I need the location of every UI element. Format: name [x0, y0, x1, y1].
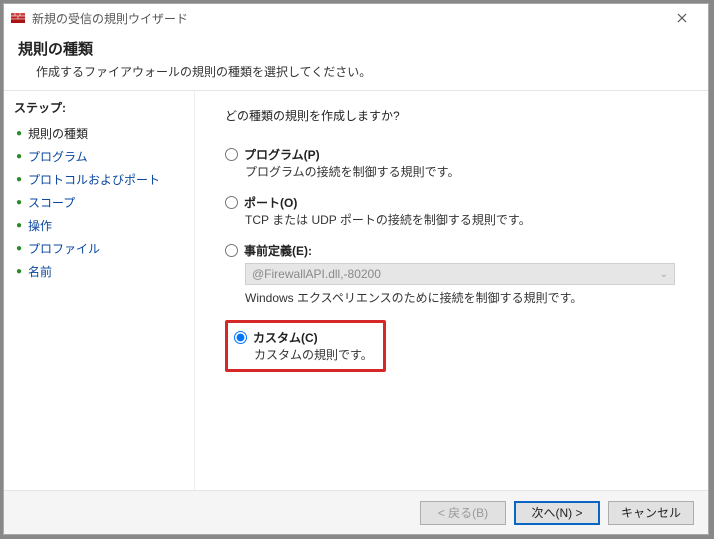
dropdown-value: @FirewallAPI.dll,-80200 — [252, 267, 381, 281]
steps-sidebar: ステップ: ● 規則の種類 ● プログラム ● プロトコルおよびポート ● スコ… — [4, 91, 194, 490]
step-protocol-ports[interactable]: ● プロトコルおよびポート — [14, 168, 184, 191]
option-desc: TCP または UDP ポートの接続を制御する規則です。 — [245, 211, 690, 228]
radio-custom[interactable] — [234, 331, 247, 344]
radio-program[interactable] — [225, 148, 238, 161]
option-program: プログラム(P) プログラムの接続を制御する規則です。 — [225, 146, 690, 180]
window-title: 新規の受信の規則ウイザード — [32, 10, 188, 27]
radio-predef-label[interactable]: 事前定義(E): — [225, 242, 690, 259]
radio-custom-label[interactable]: カスタム(C) — [234, 329, 373, 346]
bullet-icon: ● — [16, 128, 24, 139]
step-scope[interactable]: ● スコープ — [14, 191, 184, 214]
titlebar: 新規の受信の規則ウイザード — [4, 4, 708, 32]
page-subtitle: 作成するファイアウォールの規則の種類を選択してください。 — [36, 63, 694, 80]
option-predefined: 事前定義(E): @FirewallAPI.dll,-80200 ⌄ Windo… — [225, 242, 690, 306]
bullet-icon: ● — [16, 243, 24, 254]
step-program[interactable]: ● プログラム — [14, 145, 184, 168]
step-profile[interactable]: ● プロファイル — [14, 237, 184, 260]
chevron-down-icon: ⌄ — [660, 269, 668, 280]
step-name[interactable]: ● 名前 — [14, 260, 184, 283]
step-label: プログラム — [28, 148, 88, 165]
step-rule-type[interactable]: ● 規則の種類 — [14, 122, 184, 145]
wizard-footer: < 戻る(B) 次へ(N) > キャンセル — [4, 490, 708, 534]
option-port: ポート(O) TCP または UDP ポートの接続を制御する規則です。 — [225, 194, 690, 228]
radio-predefined[interactable] — [225, 244, 238, 257]
steps-title: ステップ: — [14, 99, 184, 116]
bullet-icon: ● — [16, 197, 24, 208]
close-button[interactable] — [662, 4, 702, 32]
bullet-icon: ● — [16, 220, 24, 231]
wizard-window: 新規の受信の規則ウイザード 規則の種類 作成するファイアウォールの規則の種類を選… — [3, 3, 709, 535]
content-pane: どの種類の規則を作成しますか? プログラム(P) プログラムの接続を制御する規則… — [194, 91, 708, 490]
radio-port[interactable] — [225, 196, 238, 209]
close-icon — [677, 13, 687, 23]
option-custom: カスタム(C) カスタムの規則です。 — [225, 320, 690, 372]
bullet-icon: ● — [16, 151, 24, 162]
firewall-icon — [10, 10, 26, 26]
predefined-dropdown: @FirewallAPI.dll,-80200 ⌄ — [245, 263, 675, 285]
step-label: プロファイル — [28, 240, 100, 257]
next-button[interactable]: 次へ(N) > — [514, 501, 600, 525]
option-label: カスタム(C) — [253, 329, 318, 346]
step-label: 操作 — [28, 217, 52, 234]
step-action[interactable]: ● 操作 — [14, 214, 184, 237]
bullet-icon: ● — [16, 266, 24, 277]
step-label: スコープ — [28, 194, 75, 211]
option-label: 事前定義(E): — [244, 242, 312, 259]
wizard-body: ステップ: ● 規則の種類 ● プログラム ● プロトコルおよびポート ● スコ… — [4, 91, 708, 490]
page-title: 規則の種類 — [18, 38, 694, 59]
radio-program-label[interactable]: プログラム(P) — [225, 146, 690, 163]
option-label: プログラム(P) — [244, 146, 320, 163]
step-label: 名前 — [28, 263, 52, 280]
option-desc: プログラムの接続を制御する規則です。 — [245, 163, 690, 180]
radio-port-label[interactable]: ポート(O) — [225, 194, 690, 211]
option-desc: カスタムの規則です。 — [254, 346, 373, 363]
bullet-icon: ● — [16, 174, 24, 185]
cancel-button[interactable]: キャンセル — [608, 501, 694, 525]
option-desc: Windows エクスペリエンスのために接続を制御する規則です。 — [245, 289, 690, 306]
step-label: 規則の種類 — [28, 125, 88, 142]
step-label: プロトコルおよびポート — [28, 171, 160, 188]
wizard-header: 規則の種類 作成するファイアウォールの規則の種類を選択してください。 — [4, 32, 708, 91]
highlight-box: カスタム(C) カスタムの規則です。 — [225, 320, 386, 372]
option-label: ポート(O) — [244, 194, 297, 211]
content-prompt: どの種類の規則を作成しますか? — [225, 107, 690, 124]
back-button: < 戻る(B) — [420, 501, 506, 525]
